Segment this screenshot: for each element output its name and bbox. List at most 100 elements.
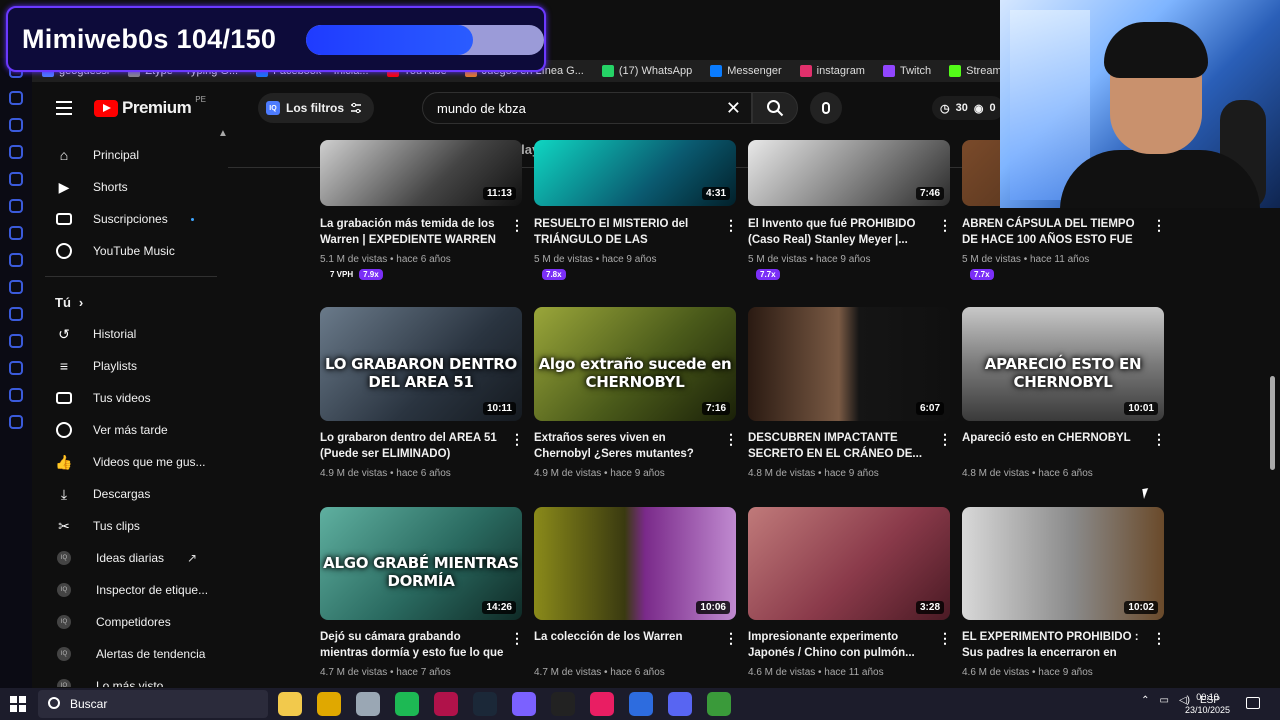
sidebar-extension-item[interactable]: IQ Competidores bbox=[45, 606, 230, 638]
browser-sidebar-icon[interactable] bbox=[9, 199, 23, 213]
more-options-icon[interactable]: ⋮ bbox=[724, 218, 738, 232]
search-button[interactable] bbox=[752, 92, 798, 124]
video-thumbnail[interactable]: ALGO GRABÉ MIENTRAS DORMÍA 14:26 bbox=[320, 507, 522, 620]
taskbar-app-icon[interactable] bbox=[278, 692, 302, 716]
sidebar-item[interactable]: ⤓ Descargas bbox=[45, 478, 230, 510]
windows-start-icon[interactable] bbox=[10, 696, 26, 712]
video-title[interactable]: La grabación más temida de los Warren | … bbox=[320, 216, 504, 248]
extension-stats[interactable]: ◷ 30 ◉ 0 bbox=[932, 96, 1004, 120]
taskbar-app-icon[interactable] bbox=[395, 692, 419, 716]
taskbar-app-icon[interactable] bbox=[317, 692, 341, 716]
more-options-icon[interactable]: ⋮ bbox=[510, 631, 524, 645]
video-thumbnail[interactable]: 6:07 bbox=[748, 307, 950, 421]
video-thumbnail[interactable]: 10:02 bbox=[962, 507, 1164, 620]
bookmark-item[interactable]: Stream - Kick Das... bbox=[949, 65, 1000, 77]
sidebar-you-header[interactable]: Tú › bbox=[45, 286, 230, 318]
browser-sidebar-icon[interactable] bbox=[9, 145, 23, 159]
more-options-icon[interactable]: ⋮ bbox=[938, 631, 952, 645]
clear-icon[interactable]: ✕ bbox=[726, 98, 741, 119]
video-title[interactable]: DESCUBREN IMPACTANTE SECRETO EN EL CRÁNE… bbox=[748, 430, 932, 462]
youtube-premium-logo[interactable]: Premium PE bbox=[94, 95, 206, 118]
more-options-icon[interactable]: ⋮ bbox=[1152, 218, 1166, 232]
bookmark-item[interactable]: instagram bbox=[799, 65, 865, 77]
browser-sidebar-icon[interactable] bbox=[9, 307, 23, 321]
video-title[interactable]: Extraños seres viven en Chernobyl ¿Seres… bbox=[534, 430, 718, 462]
sidebar-item[interactable]: ↺ Historial bbox=[45, 318, 230, 350]
video-title[interactable]: La colección de los Warren bbox=[534, 629, 718, 645]
taskbar-app-icon[interactable] bbox=[707, 692, 731, 716]
video-title[interactable]: Impresionante experimento Japonés / Chin… bbox=[748, 629, 932, 661]
browser-sidebar-icon[interactable] bbox=[9, 361, 23, 375]
taskbar-app-icon[interactable] bbox=[512, 692, 536, 716]
notifications-icon[interactable] bbox=[1246, 697, 1260, 709]
video-title[interactable]: Lo grabaron dentro del AREA 51 (Puede se… bbox=[320, 430, 504, 462]
sidebar-item[interactable]: 👍 Videos que me gus... bbox=[45, 446, 230, 478]
more-options-icon[interactable]: ⋮ bbox=[1152, 631, 1166, 645]
bookmark-item[interactable]: Messenger bbox=[710, 65, 782, 77]
taskbar-app-icon[interactable] bbox=[551, 692, 575, 716]
video-title[interactable]: RESUELTO El MISTERIO del TRIÁNGULO DE LA… bbox=[534, 216, 718, 248]
video-title[interactable]: Apareció esto en CHERNOBYL bbox=[962, 430, 1146, 446]
taskbar-app-icon[interactable] bbox=[434, 692, 458, 716]
video-card[interactable]: 3:28 Impresionante experimento Japonés / … bbox=[748, 0, 952, 678]
browser-sidebar-icon[interactable] bbox=[9, 280, 23, 294]
sidebar-item[interactable]: Tus videos bbox=[45, 382, 230, 414]
voice-search-button[interactable] bbox=[810, 92, 842, 124]
video-thumbnail[interactable]: LO GRABARON DENTRO DEL AREA 51 10:11 bbox=[320, 307, 522, 421]
video-title[interactable]: EL EXPERIMENTO PROHIBIDO : Sus padres la… bbox=[962, 629, 1146, 661]
sidebar-item[interactable]: ▶ Shorts bbox=[45, 171, 230, 203]
browser-sidebar-icon[interactable] bbox=[9, 415, 23, 429]
browser-sidebar-icon[interactable] bbox=[9, 388, 23, 402]
video-thumbnail[interactable]: 11:13 bbox=[320, 140, 522, 206]
sidebar-extension-item[interactable]: IQ Inspector de etique... bbox=[45, 574, 230, 606]
more-options-icon[interactable]: ⋮ bbox=[510, 432, 524, 446]
menu-icon[interactable] bbox=[56, 101, 72, 119]
browser-sidebar-icon[interactable] bbox=[9, 226, 23, 240]
video-card[interactable]: 10:06 La colección de los Warren ⋮ 4.7 M de… bbox=[534, 0, 738, 678]
sidebar-item[interactable]: ≡ Playlists bbox=[45, 350, 230, 382]
sidebar-item[interactable]: Suscripciones bbox=[45, 203, 230, 235]
network-icon[interactable]: ▭ bbox=[1160, 695, 1169, 706]
video-thumbnail[interactable]: 7:46 bbox=[748, 140, 950, 206]
browser-sidebar-icon[interactable] bbox=[9, 91, 23, 105]
browser-sidebar-icon[interactable] bbox=[9, 334, 23, 348]
taskbar-app-icon[interactable] bbox=[473, 692, 497, 716]
taskbar-search-input[interactable]: Buscar bbox=[38, 690, 268, 718]
sidebar-item[interactable]: Ver más tarde bbox=[45, 414, 230, 446]
video-thumbnail[interactable]: 4:31 bbox=[534, 140, 736, 206]
collapse-icon[interactable]: ▲ bbox=[218, 128, 228, 139]
filters-button[interactable]: IQ Los filtros bbox=[258, 93, 375, 123]
sidebar-item[interactable]: ✂ Tus clips bbox=[45, 510, 230, 542]
browser-sidebar-icon[interactable] bbox=[9, 172, 23, 186]
taskbar-clock[interactable]: 00:10 23/10/2025 bbox=[1185, 691, 1230, 717]
more-options-icon[interactable]: ⋮ bbox=[724, 432, 738, 446]
video-thumbnail[interactable]: 10:06 bbox=[534, 507, 736, 620]
taskbar-app-icon[interactable] bbox=[668, 692, 692, 716]
bookmark-item[interactable]: Twitch bbox=[882, 65, 931, 77]
more-options-icon[interactable]: ⋮ bbox=[724, 631, 738, 645]
more-options-icon[interactable]: ⋮ bbox=[1152, 432, 1166, 446]
scrollbar-thumb[interactable] bbox=[1270, 376, 1275, 470]
taskbar-app-icon[interactable] bbox=[629, 692, 653, 716]
video-thumbnail[interactable]: 3:28 bbox=[748, 507, 950, 620]
chevron-up-icon[interactable]: ⌃ bbox=[1141, 695, 1149, 706]
more-options-icon[interactable]: ⋮ bbox=[938, 432, 952, 446]
taskbar-app-icon[interactable] bbox=[590, 692, 614, 716]
sidebar-extension-item[interactable]: IQ Alertas de tendencia bbox=[45, 638, 230, 670]
video-title[interactable]: ABREN CÁPSULA DEL TIEMPO DE HACE 100 AÑO… bbox=[962, 216, 1146, 248]
sidebar-item[interactable]: YouTube Music bbox=[45, 235, 230, 267]
search-input[interactable]: mundo de kbza ✕ bbox=[422, 92, 752, 124]
browser-sidebar-icon[interactable] bbox=[9, 253, 23, 267]
video-thumbnail[interactable]: APARECIÓ ESTO EN CHERNOBYL 10:01 bbox=[962, 307, 1164, 421]
taskbar-app-icon[interactable] bbox=[356, 692, 380, 716]
bookmark-item[interactable]: (17) WhatsApp bbox=[601, 65, 692, 77]
video-card[interactable]: ALGO GRABÉ MIENTRAS DORMÍA 14:26 Dejó su c… bbox=[320, 0, 524, 678]
sidebar-extension-item[interactable]: IQ Lo más visto bbox=[45, 670, 230, 687]
sidebar-extension-item[interactable]: IQ Ideas diarias ↗ bbox=[45, 542, 230, 574]
video-thumbnail[interactable]: Algo extraño sucede en CHERNOBYL 7:16 bbox=[534, 307, 736, 421]
video-title[interactable]: El Invento que fué PROHIBIDO (Caso Real)… bbox=[748, 216, 932, 248]
more-options-icon[interactable]: ⋮ bbox=[938, 218, 952, 232]
video-title[interactable]: Dejó su cámara grabando mientras dormía … bbox=[320, 629, 504, 661]
browser-sidebar-icon[interactable] bbox=[9, 118, 23, 132]
sidebar-item[interactable]: ⌂ Principal bbox=[45, 139, 230, 171]
